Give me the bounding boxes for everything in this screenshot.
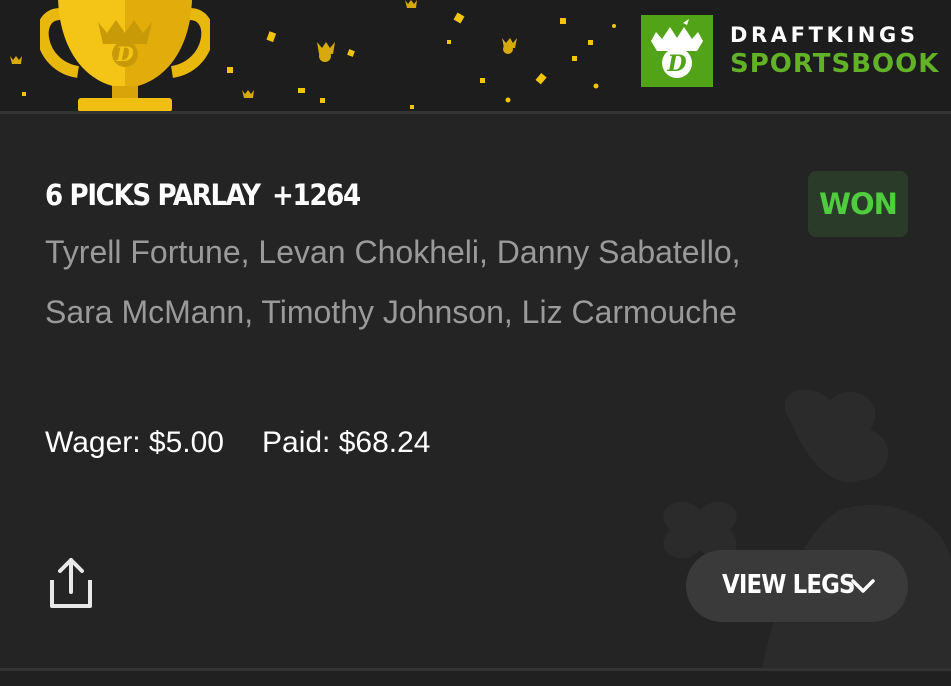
wager-amount: Wager: $5.00 (45, 426, 224, 459)
status-badge: WON (808, 171, 908, 237)
header-banner: D D DRAFTKINGS SPORTSBOOK (0, 0, 951, 111)
bet-odds: +1264 (272, 178, 361, 212)
share-icon (50, 558, 92, 608)
status-text: WON (819, 187, 898, 221)
brand-name-draftkings: DRAFTKINGS (730, 23, 919, 47)
next-card-edge (0, 671, 951, 686)
svg-text:D: D (115, 42, 134, 66)
paid-amount: Paid: $68.24 (262, 426, 431, 459)
bet-title: 6 PICKS PARLAY (45, 178, 261, 212)
draftkings-sportsbook-brand: D DRAFTKINGS SPORTSBOOK (641, 15, 938, 87)
picks-list: Tyrell Fortune, Levan Chokheli, Danny Sa… (45, 234, 741, 330)
svg-text:D: D (666, 51, 686, 77)
view-legs-button[interactable]: VIEW LEGS (686, 550, 908, 622)
brand-name-sportsbook: SPORTSBOOK (730, 49, 940, 79)
trophy-icon: D (40, 0, 210, 111)
view-legs-label: VIEW LEGS (722, 570, 855, 600)
share-button[interactable] (44, 556, 98, 612)
watermark-crown-decoration (663, 389, 951, 680)
header-divider (0, 111, 951, 114)
draftkings-crown-logo-icon: D (641, 15, 713, 87)
chevron-down-icon (851, 579, 875, 593)
